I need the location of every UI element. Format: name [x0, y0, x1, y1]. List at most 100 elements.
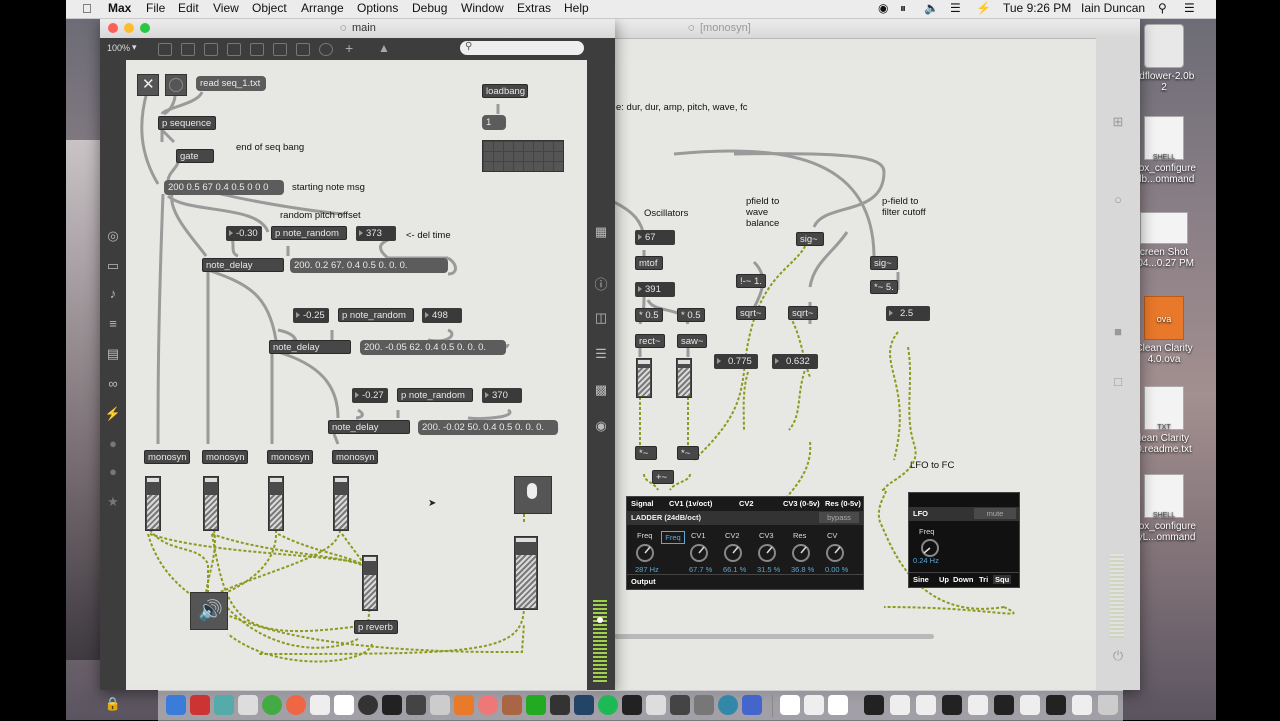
menu-debug[interactable]: Debug [412, 1, 447, 15]
comment-icon[interactable] [204, 43, 218, 56]
list-icon[interactable]: ≡ [103, 316, 123, 331]
wave-sine-button[interactable]: Sine [913, 575, 929, 584]
list-icon[interactable]: ☰ [591, 346, 611, 362]
ladder-knob[interactable] [823, 541, 847, 565]
ladder-knob[interactable] [633, 541, 657, 565]
wave-up-button[interactable]: Up [939, 575, 949, 584]
firefox-icon[interactable] [286, 695, 306, 715]
lock-icon[interactable]: 🔒 [103, 696, 123, 712]
menu-arrange[interactable]: Arrange [301, 1, 344, 15]
loadbang-object[interactable]: loadbang [482, 84, 528, 98]
freq-mode-button[interactable]: Freq [661, 531, 685, 544]
book-icon[interactable]: ▩ [591, 382, 611, 398]
wave-tri-button[interactable]: Tri [979, 575, 988, 584]
note-delay-message[interactable]: 200. -0.05 62. 0.4 0.5 0. 0. 0. [360, 340, 506, 355]
read-seq-message[interactable]: read seq_1.txt [196, 76, 266, 91]
battery-icon[interactable]: ⚡ [976, 1, 991, 15]
monosyn-object[interactable]: monosyn [267, 450, 313, 464]
app-icon[interactable] [694, 695, 714, 715]
ladder-knob[interactable] [789, 541, 813, 565]
spotify-icon[interactable] [598, 695, 618, 715]
menu-edit[interactable]: Edit [178, 1, 199, 15]
sidebar-icon[interactable]: ⊞ [1108, 114, 1128, 130]
pitch-offset-number[interactable]: -0.27 [352, 388, 388, 403]
freq-number[interactable]: 391 [635, 282, 675, 297]
sidebar-icon[interactable]: □ [1108, 374, 1128, 389]
add-signal[interactable]: +~ [652, 470, 674, 484]
main-titlebar[interactable]: ◌ main [100, 18, 615, 39]
sqrt-object[interactable]: sqrt~ [788, 306, 818, 320]
menu-extras[interactable]: Extras [517, 1, 551, 15]
minimized-window-icon[interactable] [916, 695, 936, 715]
bypass-button[interactable]: bypass [819, 512, 859, 523]
delay-time-number[interactable]: 498 [422, 308, 462, 323]
delay-time-number[interactable]: 370 [482, 388, 522, 403]
plug-icon[interactable]: ⚡ [103, 406, 123, 422]
launchpad-icon[interactable] [190, 695, 210, 715]
record-icon[interactable]: ◉ [878, 1, 888, 15]
p-sequence-object[interactable]: p sequence [158, 116, 216, 130]
rect-object[interactable]: rect~ [635, 334, 665, 348]
app-icon[interactable] [382, 695, 402, 715]
document-icon[interactable] [780, 695, 800, 715]
multiply-signal[interactable]: *~ [677, 446, 699, 460]
document-icon[interactable] [804, 695, 824, 715]
rsub-object[interactable]: !-~ 1. [736, 274, 766, 288]
delay-time-number[interactable]: 373 [356, 226, 396, 241]
dial-icon[interactable] [319, 43, 333, 56]
pitch-offset-number[interactable]: -0.25 [293, 308, 329, 323]
minimized-window-icon[interactable] [1046, 695, 1066, 715]
starting-note-message[interactable]: 200 0.5 67 0.4 0.5 0 0 0 [164, 180, 284, 195]
minimized-window-icon[interactable] [890, 695, 910, 715]
app-icon[interactable] [646, 695, 666, 715]
minimized-window-icon[interactable] [942, 695, 962, 715]
menu-file[interactable]: File [146, 1, 165, 15]
number-icon[interactable] [296, 43, 310, 56]
app-icon[interactable] [670, 695, 690, 715]
presentation-icon[interactable]: ▭ [103, 258, 123, 274]
pitch-number[interactable]: 67 [635, 230, 675, 245]
sqrt-object[interactable]: sqrt~ [736, 306, 766, 320]
target-icon[interactable]: ◎ [103, 228, 123, 244]
notification-center-icon[interactable]: ☰ [1184, 1, 1195, 15]
minimized-window-icon[interactable] [1072, 695, 1092, 715]
calendar-icon[interactable] [310, 695, 330, 715]
pause-icon[interactable]: ⏸ [900, 1, 906, 16]
minimized-window-icon[interactable] [994, 695, 1014, 715]
app-icon[interactable] [526, 695, 546, 715]
sig-object[interactable]: sig~ [796, 232, 824, 246]
sig-object[interactable]: sig~ [870, 256, 898, 270]
note-random-object[interactable]: p note_random [397, 388, 473, 402]
gate-object[interactable]: gate [176, 149, 214, 163]
note-delay-object[interactable]: note_delay [328, 420, 410, 434]
mute-button[interactable]: mute [974, 508, 1016, 519]
note-delay-object[interactable]: note_delay [202, 258, 284, 272]
toggle-icon[interactable] [250, 43, 264, 56]
music-note-icon[interactable]: ♪ [103, 286, 123, 301]
signal-number[interactable]: 0.632 [772, 354, 818, 369]
camera-icon[interactable]: ◉ [591, 418, 611, 434]
info-icon[interactable]: ⓘ [591, 274, 611, 293]
minimize-window-button[interactable] [124, 23, 134, 33]
note-random-object[interactable]: p note_random [338, 308, 414, 322]
close-window-button[interactable] [108, 23, 118, 33]
circle-icon[interactable]: ● [103, 464, 123, 479]
dac-output-button[interactable]: 🔊 [190, 592, 228, 630]
multiply-signal[interactable]: *~ [635, 446, 657, 460]
adc-input-button[interactable] [514, 476, 552, 514]
spotlight-icon[interactable]: ⚲ [1158, 1, 1167, 15]
menu-object[interactable]: Object [252, 1, 287, 15]
star-icon[interactable]: ★ [103, 494, 123, 510]
message-icon[interactable] [181, 43, 195, 56]
note-delay-object[interactable]: note_delay [269, 340, 351, 354]
pycharm-icon[interactable] [550, 695, 570, 715]
zoom-level[interactable]: 100% [107, 43, 130, 53]
note-delay-message[interactable]: 200. 0.2 67. 0.4 0.5 0. 0. 0. [290, 258, 448, 273]
new-object-icon[interactable] [158, 43, 172, 56]
minimized-window-icon[interactable] [1020, 695, 1040, 715]
app-icon[interactable] [718, 695, 738, 715]
terminal-icon[interactable] [622, 695, 642, 715]
message-one[interactable]: 1 [482, 115, 506, 130]
zoom-window-button[interactable] [140, 23, 150, 33]
itunes-icon[interactable] [478, 695, 498, 715]
